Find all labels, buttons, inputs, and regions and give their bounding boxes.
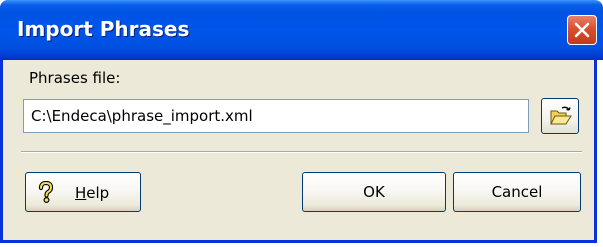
- close-icon: [574, 22, 590, 38]
- help-label-rest: elp: [86, 184, 110, 202]
- phrases-file-label: Phrases file:: [29, 69, 121, 87]
- open-folder-icon: [550, 106, 572, 125]
- import-phrases-dialog: Import Phrases Phrases file: C:\Endeca\p…: [0, 0, 603, 243]
- browse-button[interactable]: [541, 98, 579, 134]
- dialog-title: Import Phrases: [17, 17, 190, 41]
- phrases-file-input[interactable]: C:\Endeca\phrase_import.xml: [23, 99, 529, 133]
- help-button-label: Help: [75, 173, 109, 213]
- title-bar[interactable]: Import Phrases: [0, 0, 603, 60]
- ok-button[interactable]: OK: [302, 172, 446, 212]
- separator: [21, 151, 582, 153]
- help-button[interactable]: Help: [25, 172, 141, 212]
- help-mnemonic: H: [75, 184, 87, 202]
- close-button[interactable]: [567, 15, 597, 45]
- cancel-button[interactable]: Cancel: [453, 172, 581, 212]
- question-mark-icon: [38, 181, 54, 203]
- dialog-body: Phrases file: C:\Endeca\phrase_import.xm…: [3, 60, 600, 243]
